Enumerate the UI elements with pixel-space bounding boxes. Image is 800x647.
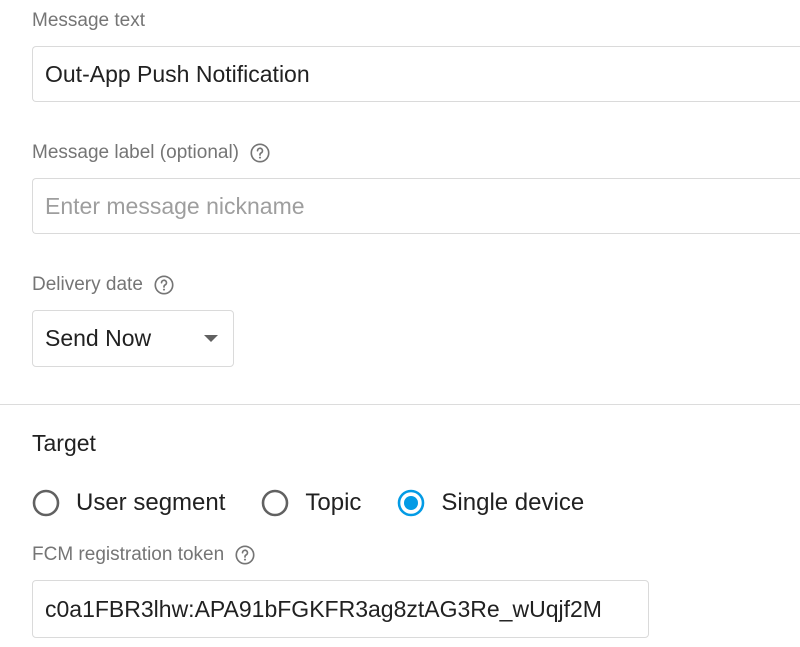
delivery-date-select[interactable]: Send Now	[32, 310, 234, 367]
radio-unchecked-icon[interactable]	[261, 489, 289, 517]
section-divider	[0, 404, 800, 405]
fcm-token-label: FCM registration token	[32, 544, 256, 566]
message-nickname-input[interactable]	[32, 178, 800, 234]
radio-unchecked-icon[interactable]	[32, 489, 60, 517]
delivery-date-selected-value: Send Now	[45, 325, 152, 351]
radio-label: Single device	[441, 489, 585, 516]
message-text-label-text: Message text	[32, 10, 145, 31]
message-label-label-text: Message label (optional)	[32, 142, 240, 163]
message-label-label: Message label (optional)	[32, 142, 271, 164]
help-circle-icon[interactable]	[153, 274, 175, 296]
help-circle-icon[interactable]	[249, 142, 271, 164]
radio-checked-icon[interactable]	[397, 489, 425, 517]
message-text-label: Message text	[32, 10, 145, 32]
message-text-input[interactable]	[32, 46, 800, 102]
help-circle-icon[interactable]	[234, 544, 256, 566]
radio-label: User segment	[76, 489, 226, 516]
radio-option-single-device[interactable]: Single device	[397, 489, 584, 517]
fcm-token-label-text: FCM registration token	[32, 544, 225, 565]
radio-label: Topic	[305, 489, 362, 516]
radio-option-user-segment[interactable]: User segment	[32, 489, 225, 517]
delivery-date-label: Delivery date	[32, 274, 175, 296]
target-title: Target	[32, 430, 96, 456]
radio-option-topic[interactable]: Topic	[261, 489, 361, 517]
dropdown-arrow-icon	[204, 334, 218, 342]
notification-composer: Message text Message label (optional) De…	[0, 0, 800, 647]
fcm-token-input[interactable]	[32, 580, 649, 638]
target-radio-group: User segment Topic Single device	[32, 484, 620, 522]
delivery-date-label-text: Delivery date	[32, 274, 143, 295]
